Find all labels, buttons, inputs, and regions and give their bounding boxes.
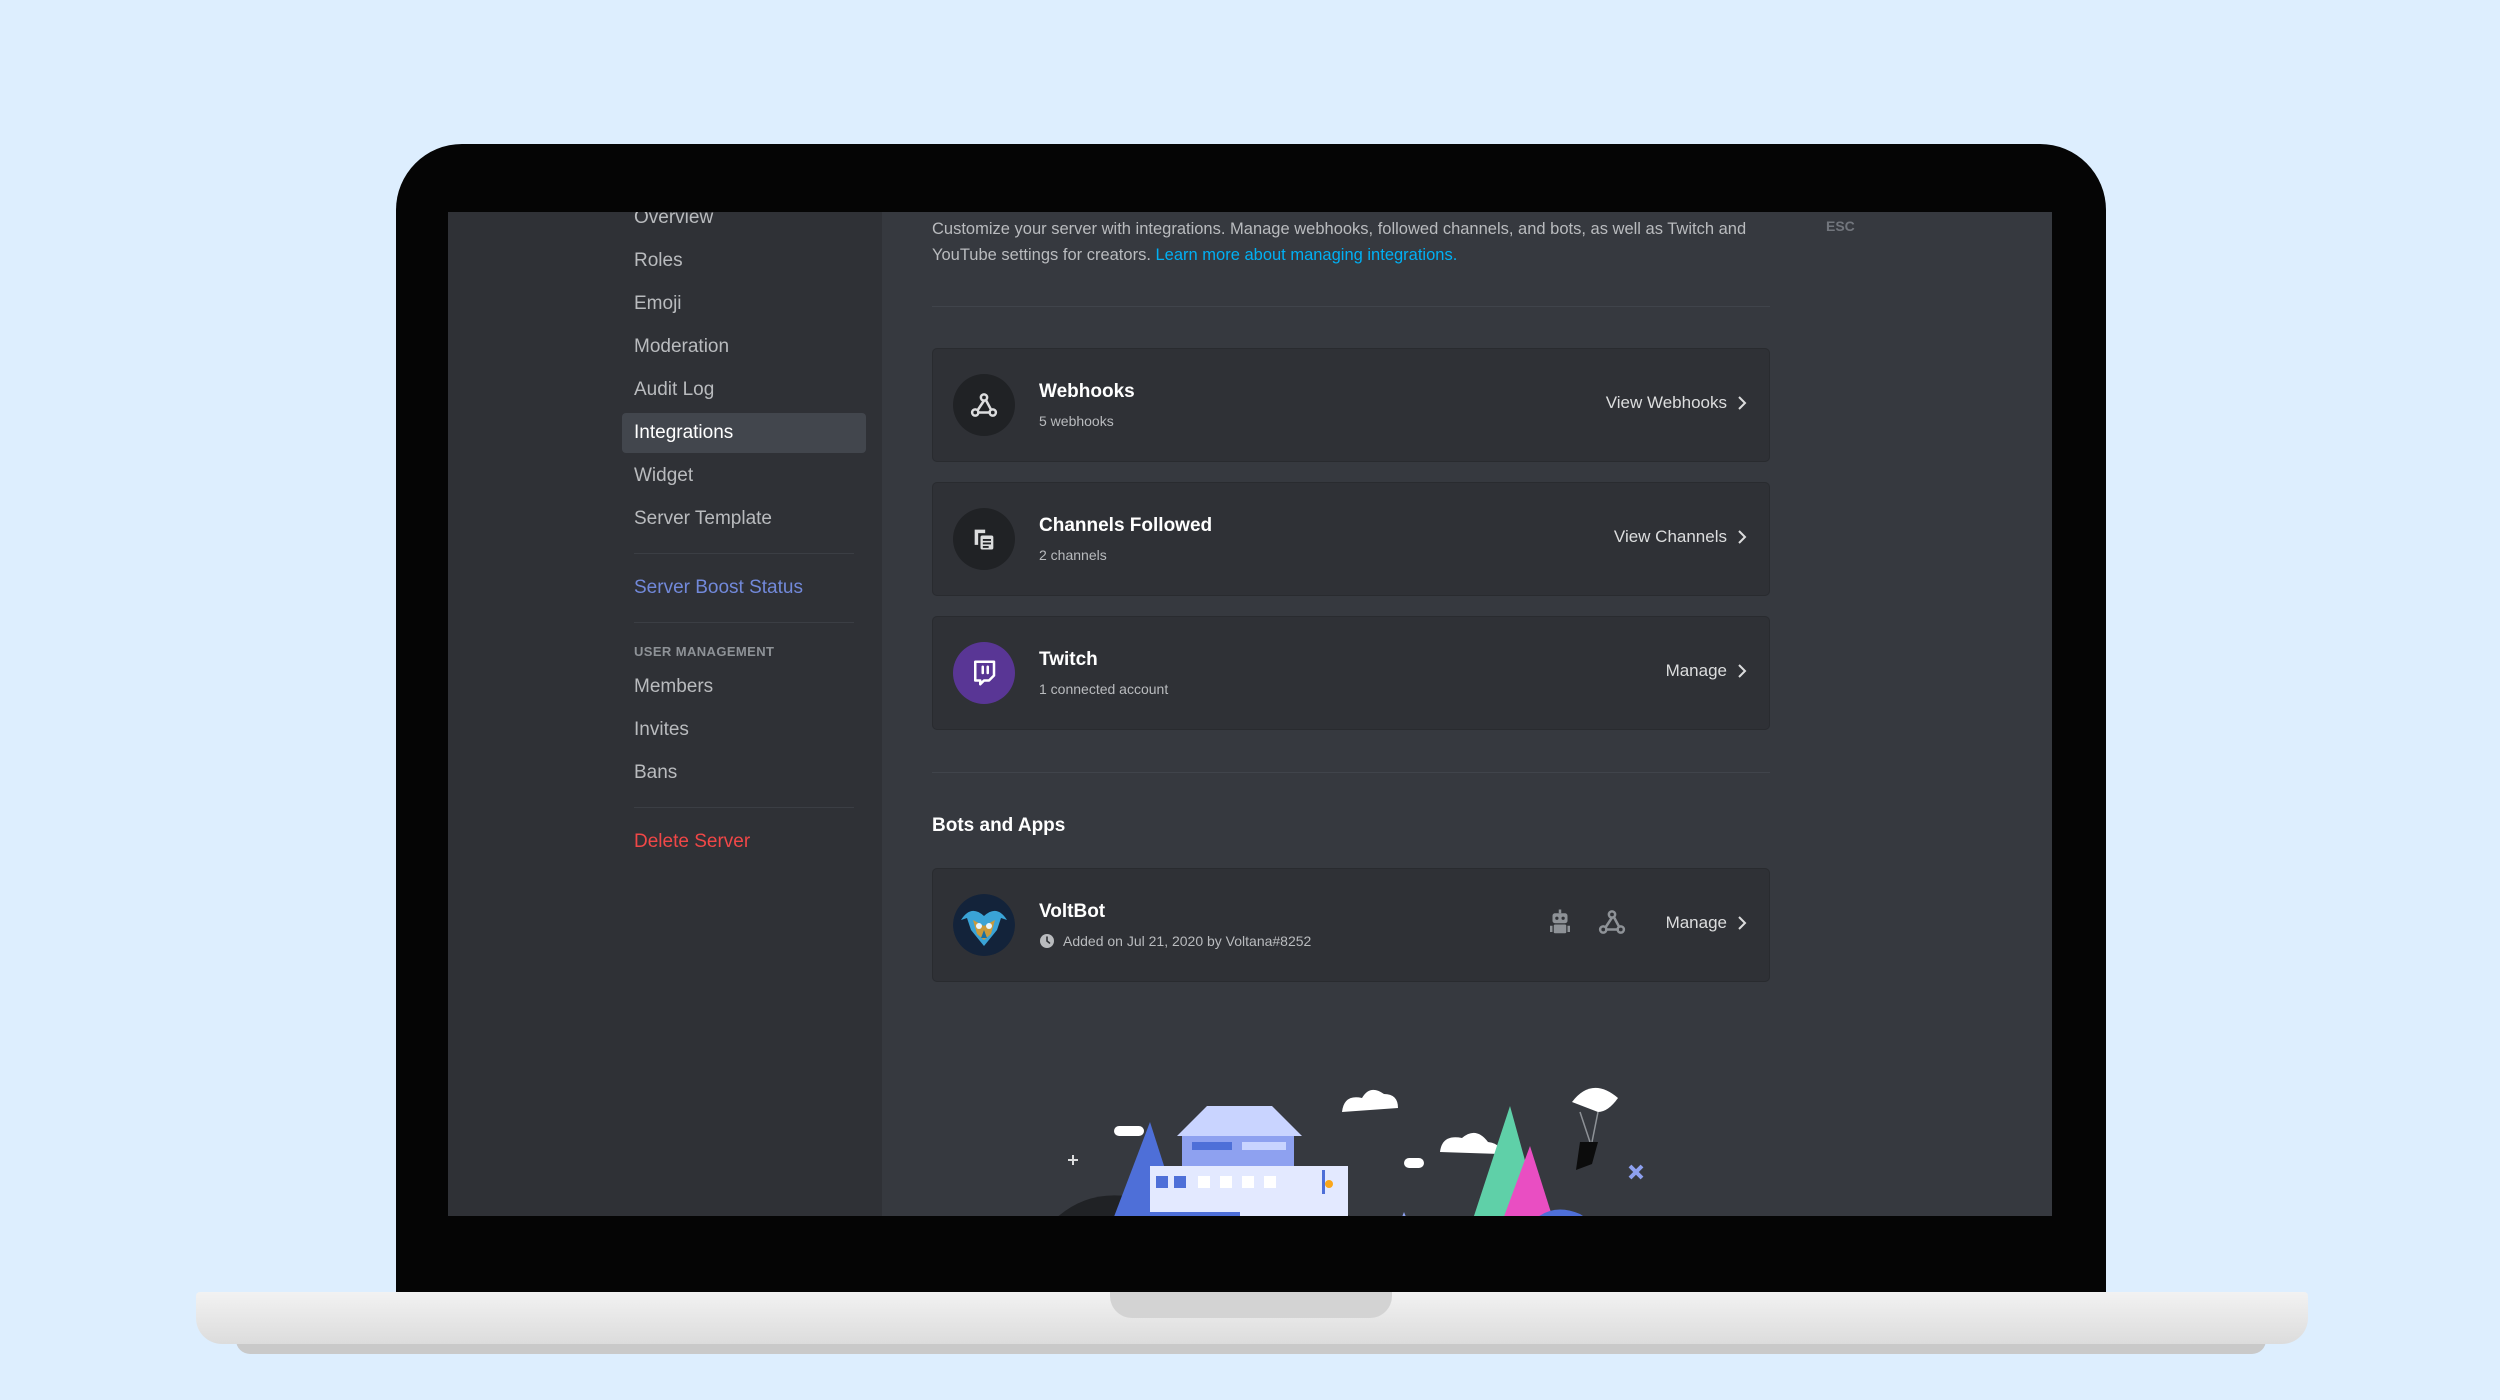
laptop-notch (1110, 1292, 1392, 1318)
sidebar-item-emoji[interactable]: Emoji (622, 284, 866, 324)
twitch-manage-button[interactable]: Manage (1666, 661, 1747, 681)
sidebar-divider (634, 553, 854, 554)
view-channels-button[interactable]: View Channels (1614, 527, 1747, 547)
view-webhooks-label: View Webhooks (1605, 393, 1727, 412)
sidebar-item-roles[interactable]: Roles (622, 241, 866, 281)
empty-state-illustration (1058, 1087, 1644, 1216)
sidebar-item-server-boost-status[interactable]: Server Boost Status (622, 568, 866, 608)
sidebar-divider (634, 622, 854, 623)
learn-more-link[interactable]: Learn more about managing integrations. (1156, 246, 1458, 264)
sidebar-divider (634, 807, 854, 808)
bot-added-info: Added on Jul 21, 2020 by Voltana#8252 (1039, 933, 1311, 949)
webhooks-count: 5 webhooks (1039, 413, 1114, 429)
view-webhooks-button[interactable]: View Webhooks (1606, 393, 1747, 413)
twitch-connected-count: 1 connected account (1039, 681, 1169, 697)
channels-followed-title: Channels Followed (1039, 515, 1213, 536)
bot-avatar (953, 894, 1015, 956)
integrations-description: Customize your server with integrations.… (932, 216, 1772, 268)
twitch-icon (953, 642, 1015, 704)
bot-added-text: Added on Jul 21, 2020 by Voltana#8252 (1063, 933, 1312, 949)
settings-sidebar: Overview Roles Emoji Moderation Audit Lo… (448, 212, 882, 1216)
sidebar-header-user-management: USER MANAGEMENT (634, 644, 775, 659)
robot-icon[interactable] (1545, 907, 1575, 937)
chevron-right-icon (1738, 916, 1747, 930)
sidebar-item-members[interactable]: Members (622, 667, 866, 707)
bot-name: VoltBot (1039, 901, 1106, 922)
webhook-icon (953, 374, 1015, 436)
sidebar-item-integrations[interactable]: Integrations (622, 413, 866, 453)
sidebar-item-overview[interactable]: Overview (622, 212, 866, 238)
sidebar-nav: Overview Roles Emoji Moderation Audit Lo… (622, 212, 866, 865)
webhooks-card[interactable]: Webhooks 5 webhooks View Webhooks (932, 348, 1770, 462)
app-screen: Overview Roles Emoji Moderation Audit Lo… (448, 212, 2052, 1216)
twitch-manage-label: Manage (1665, 661, 1727, 680)
channel-follow-icon (953, 508, 1015, 570)
esc-close-label[interactable]: ESC (1826, 218, 1855, 234)
sidebar-item-invites[interactable]: Invites (622, 710, 866, 750)
bot-manage-button[interactable]: Manage (1666, 913, 1747, 933)
sidebar-item-audit-log[interactable]: Audit Log (622, 370, 866, 410)
bot-permission-icons (1545, 907, 1627, 937)
chevron-right-icon (1738, 396, 1747, 410)
channels-followed-count: 2 channels (1039, 547, 1107, 563)
twitch-title: Twitch (1039, 649, 1098, 670)
twitch-card[interactable]: Twitch 1 connected account Manage (932, 616, 1770, 730)
integrations-content: Customize your server with integrations.… (882, 212, 2052, 1216)
bots-and-apps-title: Bots and Apps (932, 815, 1066, 836)
content-divider (932, 306, 1770, 307)
bot-manage-label: Manage (1665, 913, 1727, 932)
webhook-icon[interactable] (1597, 907, 1627, 937)
content-divider (932, 772, 1770, 773)
chevron-right-icon (1738, 664, 1747, 678)
sidebar-item-moderation[interactable]: Moderation (622, 327, 866, 367)
sidebar-item-delete-server[interactable]: Delete Server (622, 822, 866, 862)
sidebar-item-bans[interactable]: Bans (622, 753, 866, 793)
webhooks-title: Webhooks (1039, 381, 1135, 402)
clock-icon (1040, 934, 1054, 948)
sidebar-item-server-template[interactable]: Server Template (622, 499, 866, 539)
view-channels-label: View Channels (1613, 527, 1727, 546)
voltbot-card[interactable]: VoltBot Added on Jul 21, 2020 by Voltana… (932, 868, 1770, 982)
sidebar-item-widget[interactable]: Widget (622, 456, 866, 496)
chevron-right-icon (1738, 530, 1747, 544)
channels-followed-card[interactable]: Channels Followed 2 channels View Channe… (932, 482, 1770, 596)
